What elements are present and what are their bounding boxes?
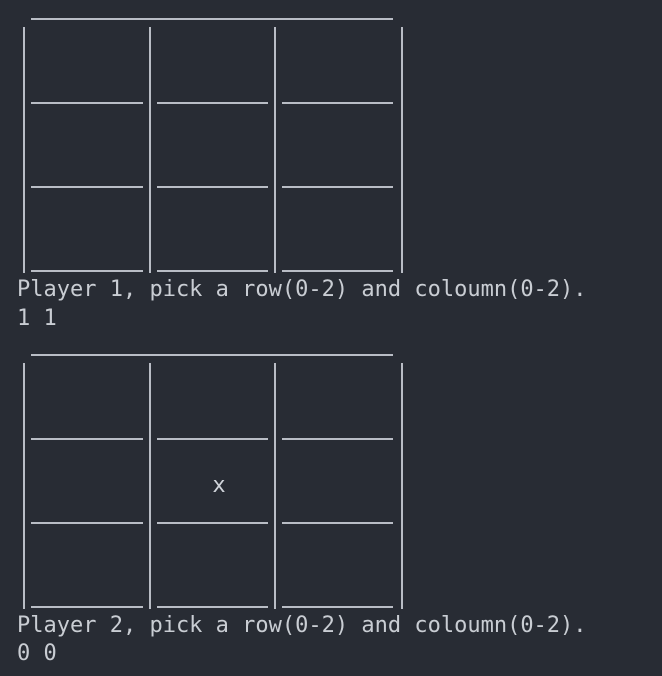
board-row-line xyxy=(157,522,268,524)
board-top-border xyxy=(31,354,393,356)
board-vertical-line xyxy=(274,363,276,609)
board-top-border xyxy=(31,18,393,20)
board-row-line xyxy=(282,186,393,188)
player-prompt: Player 2, pick a row(0-2) and coloumn(0-… xyxy=(17,613,587,638)
board-row-line xyxy=(157,102,268,104)
board-row-line xyxy=(31,522,143,524)
board-row-line xyxy=(282,522,393,524)
board-vertical-line xyxy=(149,27,151,273)
board-vertical-line xyxy=(274,27,276,273)
board-cell-x-mark: x xyxy=(212,473,226,498)
board-vertical-line xyxy=(149,363,151,609)
board-row-line xyxy=(157,438,268,440)
board-row-line xyxy=(31,102,143,104)
board-row-line xyxy=(31,606,143,608)
board-row-line xyxy=(282,270,393,272)
board-row-line xyxy=(157,606,268,608)
board-vertical-line xyxy=(23,27,25,273)
terminal-window: Player 1, pick a row(0-2) and coloumn(0-… xyxy=(0,0,662,676)
board-vertical-line xyxy=(401,27,403,273)
board-row-line xyxy=(157,186,268,188)
board-row-line xyxy=(282,102,393,104)
board-row-line xyxy=(31,270,143,272)
player-prompt: Player 1, pick a row(0-2) and coloumn(0-… xyxy=(17,277,587,302)
board-vertical-line xyxy=(23,363,25,609)
board-row-line xyxy=(31,186,143,188)
board-row-line xyxy=(31,438,143,440)
board-row-line xyxy=(282,606,393,608)
player-input: 0 0 xyxy=(17,641,57,666)
player-input: 1 1 xyxy=(17,306,57,331)
board-row-line xyxy=(282,438,393,440)
board-vertical-line xyxy=(401,363,403,609)
board-row-line xyxy=(157,270,268,272)
